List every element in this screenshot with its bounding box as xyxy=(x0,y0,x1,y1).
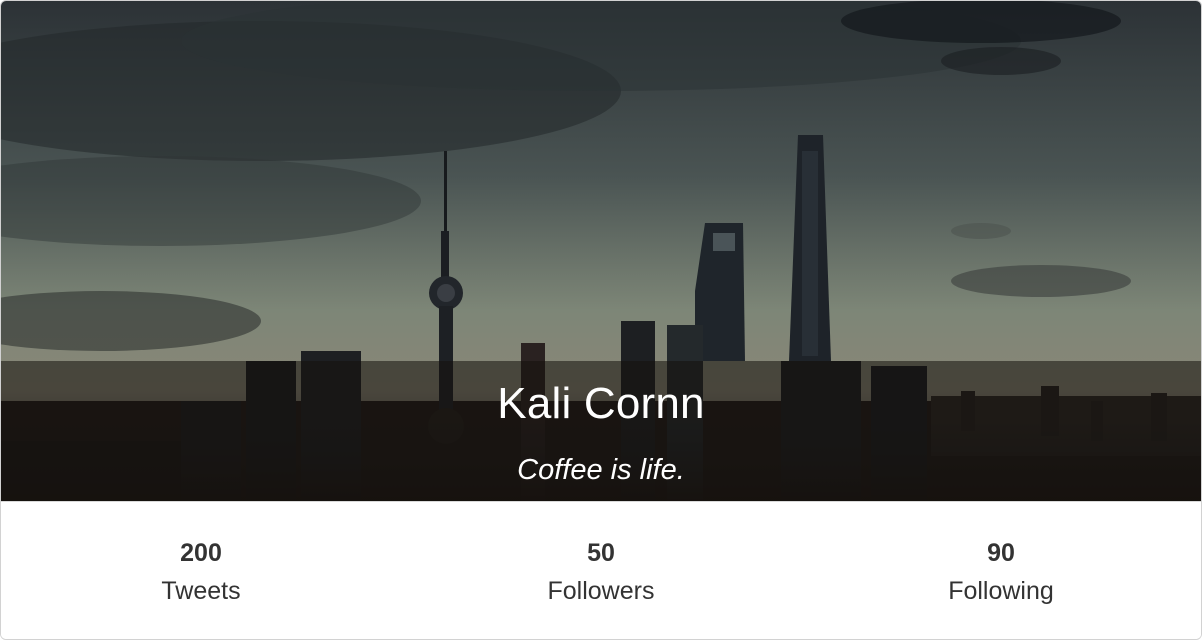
profile-caption-overlay: Kali Cornn Coffee is life. xyxy=(1,361,1201,501)
stat-count: 200 xyxy=(180,539,222,567)
profile-card: Kali Cornn Coffee is life. 200 Tweets 50… xyxy=(0,0,1202,640)
stat-label: Followers xyxy=(547,577,655,605)
stat-count: 50 xyxy=(587,539,615,567)
profile-name: Kali Cornn xyxy=(497,379,705,428)
stat-label: Tweets xyxy=(161,577,241,605)
profile-bio: Coffee is life. xyxy=(517,454,685,486)
stat-following[interactable]: 90 Following xyxy=(801,502,1201,639)
stat-label: Following xyxy=(948,577,1054,605)
stat-tweets[interactable]: 200 Tweets xyxy=(1,502,401,639)
stat-count: 90 xyxy=(987,539,1015,567)
profile-stats: 200 Tweets 50 Followers 90 Following xyxy=(1,501,1201,639)
stat-followers[interactable]: 50 Followers xyxy=(401,502,801,639)
